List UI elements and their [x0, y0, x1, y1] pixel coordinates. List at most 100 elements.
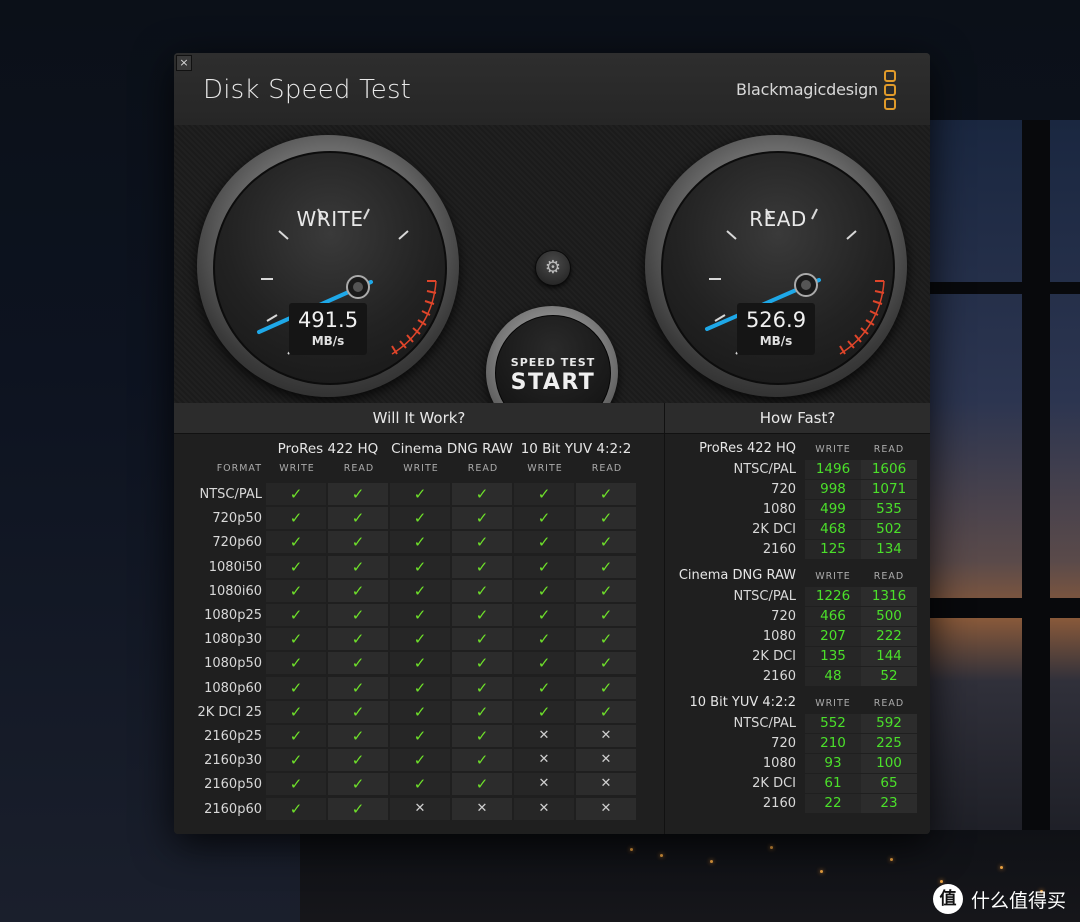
read-fps-value: 535 — [861, 499, 917, 519]
write-fps-value: 207 — [805, 626, 861, 646]
table-row: 2K DCI 25 ✓ ✓ ✓ ✓ ✓ ✓ — [174, 700, 642, 725]
cross-icon: ✕ — [514, 749, 574, 772]
write-column-header: WRITE — [815, 444, 851, 455]
title-bar: × Disk Speed Test Blackmagicdesign — [174, 53, 930, 126]
check-icon: ✓ — [328, 749, 388, 772]
write-fps-value: 1226 — [805, 587, 861, 606]
section-title: 10 Bit YUV 4:2:2 — [689, 695, 797, 710]
table-row: 720 466 500 — [665, 606, 930, 627]
read-column-header: READ — [343, 463, 375, 474]
read-fps-value: 100 — [861, 753, 917, 773]
format-label: 2160p25 — [204, 729, 262, 744]
table-row: NTSC/PAL 1226 1316 — [665, 587, 930, 607]
format-label: 1080p50 — [204, 656, 262, 672]
check-icon: ✓ — [328, 555, 388, 578]
check-icon: ✓ — [452, 700, 512, 723]
read-fps-value: 592 — [861, 714, 917, 733]
write-fps-value: 552 — [805, 714, 861, 733]
format-label: 1080i50 — [208, 559, 262, 575]
write-fps-value: 48 — [805, 666, 861, 686]
write-column-header: WRITE — [815, 698, 851, 709]
table-row: NTSC/PAL 552 592 — [665, 714, 930, 734]
check-icon: ✓ — [452, 483, 512, 505]
window-scene — [930, 120, 1080, 922]
check-icon: ✓ — [390, 700, 450, 723]
check-icon: ✓ — [576, 676, 636, 699]
close-button[interactable]: × — [176, 55, 192, 71]
format-label: 2160p50 — [204, 777, 262, 793]
table-row: 1080p25 ✓ ✓ ✓ ✓ ✓ ✓ — [174, 604, 642, 628]
format-label: 1080i60 — [208, 583, 262, 599]
app-title: Disk Speed Test — [203, 75, 412, 105]
read-fps-value: 222 — [861, 626, 917, 646]
resolution-label: NTSC/PAL — [733, 589, 796, 604]
check-icon: ✓ — [576, 579, 636, 602]
cross-icon: ✕ — [576, 797, 636, 820]
check-icon: ✓ — [266, 749, 326, 772]
cross-icon: ✕ — [514, 725, 574, 747]
table-row: NTSC/PAL 1496 1606 — [665, 460, 930, 480]
write-speed-unit: MB/s — [311, 334, 345, 348]
read-gauge: READ 526.9 MB/s — [645, 135, 907, 397]
table-row: 2K DCI 468 502 — [665, 519, 930, 540]
disk-speed-test-window: × Disk Speed Test Blackmagicdesign WRITE… — [174, 53, 930, 834]
watermark-text: 什么值得买 — [970, 889, 1066, 912]
check-icon: ✓ — [390, 483, 450, 505]
check-icon: ✓ — [576, 700, 636, 723]
check-icon: ✓ — [390, 676, 450, 699]
check-icon: ✓ — [328, 507, 388, 530]
write-fps-value: 210 — [805, 733, 861, 753]
format-label: 2160p30 — [204, 753, 262, 769]
write-fps-value: 93 — [805, 753, 861, 773]
check-icon: ✓ — [266, 483, 326, 505]
check-icon: ✓ — [452, 579, 512, 602]
settings-button[interactable]: ⚙ — [535, 250, 571, 286]
table-row: 2160 22 23 — [665, 793, 930, 814]
read-fps-value: 144 — [861, 646, 917, 666]
check-icon: ✓ — [328, 725, 388, 747]
write-fps-value: 466 — [805, 606, 861, 626]
write-fps-value: 125 — [805, 539, 861, 559]
resolution-label: 720 — [771, 608, 796, 624]
check-icon: ✓ — [266, 797, 326, 820]
table-row: 1080p50 ✓ ✓ ✓ ✓ ✓ ✓ — [174, 652, 642, 676]
resolution-label: 2160 — [762, 668, 796, 684]
read-fps-value: 500 — [861, 606, 917, 626]
cross-icon: ✕ — [576, 725, 636, 747]
check-icon: ✓ — [266, 555, 326, 578]
check-icon: ✓ — [514, 531, 574, 554]
check-icon: ✓ — [328, 604, 388, 626]
brand-logo-icon — [884, 70, 896, 110]
write-gauge-dial — [257, 208, 437, 355]
write-fps-value: 22 — [805, 793, 861, 813]
table-row: 720p50 ✓ ✓ ✓ ✓ ✓ ✓ — [174, 507, 642, 531]
write-column-header: WRITE — [279, 463, 315, 474]
table-row: 720 998 1071 — [665, 479, 930, 500]
check-icon: ✓ — [328, 483, 388, 505]
cross-icon: ✕ — [576, 773, 636, 796]
start-button-label: START — [510, 370, 596, 395]
read-gauge-dial — [705, 208, 885, 355]
table-row: 2160p30 ✓ ✓ ✓ ✓ ✕ ✕ — [174, 749, 642, 773]
resolution-label: NTSC/PAL — [733, 462, 796, 477]
check-icon: ✓ — [328, 797, 388, 820]
resolution-label: 2K DCI — [752, 521, 796, 537]
table-row: 720 210 225 — [665, 733, 930, 754]
check-icon: ✓ — [328, 773, 388, 796]
read-fps-value: 1316 — [861, 587, 917, 606]
check-icon: ✓ — [266, 604, 326, 626]
check-icon: ✓ — [576, 555, 636, 578]
will-it-work-title: Will It Work? — [174, 403, 664, 434]
table-row: 1080p30 ✓ ✓ ✓ ✓ ✓ ✓ — [174, 628, 642, 652]
write-column-header: WRITE — [527, 463, 563, 474]
check-icon: ✓ — [576, 604, 636, 626]
read-fps-value: 134 — [861, 539, 917, 559]
table-row: 1080p60 ✓ ✓ ✓ ✓ ✓ ✓ — [174, 676, 642, 701]
how-fast-title: How Fast? — [665, 403, 930, 434]
will-it-work-panel: Will It Work? ProRes 422 HQ Cinema DNG R… — [174, 403, 665, 834]
check-icon: ✓ — [452, 773, 512, 796]
check-icon: ✓ — [328, 531, 388, 554]
read-fps-value: 1071 — [861, 479, 917, 499]
format-label: 2160p60 — [204, 801, 262, 817]
check-icon: ✓ — [266, 676, 326, 699]
